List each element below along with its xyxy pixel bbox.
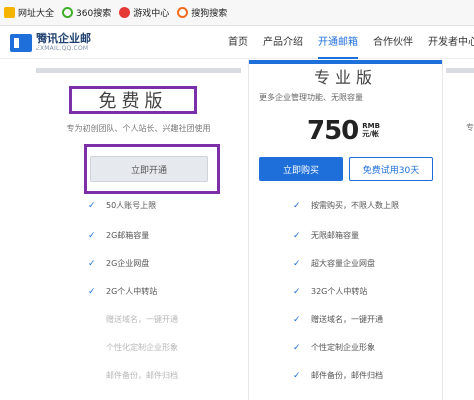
feature-item: ✓ 2G邮箱容量 — [88, 230, 150, 241]
price: 750 RMB 元/帐 — [307, 116, 380, 146]
free-plan-title: 免费版 — [98, 91, 168, 112]
feature-item: ✓ 50人账号上限 — [88, 200, 157, 211]
feature-item: ✓ 个性定制企业形象 — [293, 342, 375, 353]
free-plan-card: 免费版 专为初创团队、个人站长、兴趣社团使用 立即开通 ✓ 50人账号上限 ✓ … — [36, 60, 241, 400]
free-plan-subtitle: 专为初创团队、个人站长、兴趣社团使用 — [66, 124, 211, 133]
next-plan-card: 专 — [446, 60, 474, 400]
card-top-bar — [446, 68, 474, 73]
feature-item-disabled: 邮件备份，邮件归档 — [106, 371, 178, 380]
feature-item: ✓ 32G个人中转站 — [293, 286, 368, 297]
bookmark-label: 网址大全 — [18, 9, 55, 19]
site-header: 腾讯企业邮 EXMAIL.QQ.COM 首页 产品介绍 开通邮箱 合作伙伴 开发… — [0, 27, 474, 59]
pro-plan-card: 专业版 更多企业管理功能、无限容量 750 RMB 元/帐 立即购买 免费试用3… — [248, 60, 443, 400]
check-icon: ✓ — [293, 230, 301, 241]
pro-plan-subtitle: 更多企业管理功能、无限容量 — [259, 93, 363, 102]
360-icon — [62, 7, 74, 18]
check-icon: ✓ — [293, 342, 301, 353]
check-icon: ✓ — [293, 286, 301, 297]
feature-item-disabled: 赠送域名，一键开通 — [106, 315, 178, 324]
card-top-bar — [36, 68, 241, 73]
open-now-button[interactable]: 立即开通 — [90, 156, 208, 182]
feature-item: ✓ 2G企业网盘 — [88, 258, 150, 269]
logo-domain: EXMAIL.QQ.COM — [36, 45, 89, 52]
next-plan-subtitle: 专 — [466, 123, 474, 132]
check-icon: ✓ — [88, 230, 96, 241]
buy-now-button[interactable]: 立即购买 — [259, 157, 343, 181]
check-icon: ✓ — [88, 200, 96, 211]
feature-item: ✓ 赠送域名，一键开通 — [293, 314, 383, 325]
bookmarks-bar: 网址大全 360搜索 游戏中心 搜狗搜索 — [0, 0, 474, 26]
pro-plan-title: 专业版 — [313, 68, 377, 87]
check-icon: ✓ — [293, 200, 301, 211]
nav-product[interactable]: 产品介绍 — [263, 27, 303, 59]
bookmark-sites[interactable]: 网址大全 — [4, 6, 54, 19]
logo[interactable]: 腾讯企业邮 EXMAIL.QQ.COM — [10, 33, 91, 52]
price-per: 元/帐 — [362, 130, 379, 138]
feature-item: ✓ 邮件备份，邮件归档 — [293, 370, 383, 381]
nav-home[interactable]: 首页 — [228, 27, 248, 59]
check-icon: ✓ — [88, 258, 96, 269]
bookmark-label: 360搜索 — [76, 9, 112, 19]
free-trial-button[interactable]: 免费试用30天 — [349, 157, 433, 181]
check-icon: ✓ — [293, 370, 301, 381]
nav-open-mailbox[interactable]: 开通邮箱 — [318, 27, 358, 59]
bookmark-sogou[interactable]: 搜狗搜索 — [177, 6, 227, 19]
game-icon — [119, 7, 131, 18]
bookmark-360[interactable]: 360搜索 — [62, 6, 111, 19]
exmail-logo-icon — [10, 33, 38, 52]
price-value: 750 — [307, 116, 359, 146]
check-icon: ✓ — [293, 258, 301, 269]
check-icon: ✓ — [88, 286, 96, 297]
logo-title: 腾讯企业邮 — [36, 32, 91, 45]
nav-partners[interactable]: 合作伙伴 — [373, 27, 413, 59]
bookmark-label: 搜狗搜索 — [191, 9, 228, 19]
feature-item: ✓ 无限邮箱容量 — [293, 230, 359, 241]
highlight-box-title: 免费版 — [69, 86, 197, 114]
bookmark-label: 游戏中心 — [133, 9, 170, 19]
check-icon: ✓ — [293, 314, 301, 325]
feature-item: ✓ 按需购买，不限人数上限 — [293, 200, 399, 211]
nav-developer[interactable]: 开发者中心 — [428, 27, 474, 59]
bookmark-game[interactable]: 游戏中心 — [119, 6, 169, 19]
sogou-icon — [177, 7, 189, 18]
main-nav: 首页 产品介绍 开通邮箱 合作伙伴 开发者中心 — [228, 27, 474, 59]
feature-item: ✓ 超大容量企业网盘 — [293, 258, 375, 269]
sites-icon — [4, 7, 15, 18]
feature-item-disabled: 个性化定制企业形象 — [106, 343, 178, 352]
feature-item: ✓ 2G个人中转站 — [88, 286, 158, 297]
